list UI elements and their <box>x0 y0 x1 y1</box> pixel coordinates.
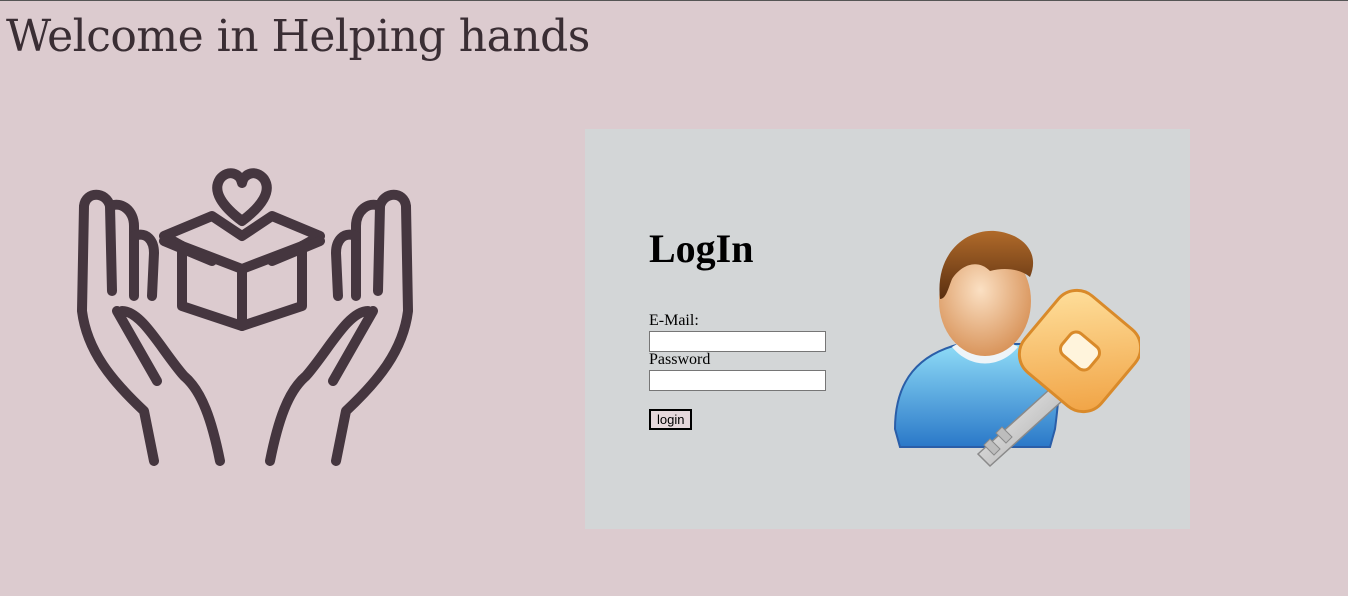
email-field[interactable] <box>649 331 826 352</box>
login-panel: LogIn E-Mail: Password login <box>585 129 1190 529</box>
helping-hands-icon <box>77 168 413 466</box>
user-with-key-icon <box>893 230 1140 468</box>
login-heading: LogIn <box>649 226 754 271</box>
page-title: Welcome in Helping hands <box>6 11 590 62</box>
password-label: Password <box>649 351 711 368</box>
email-label: E-Mail: <box>649 312 699 329</box>
password-field[interactable] <box>649 370 826 391</box>
login-button[interactable]: login <box>649 409 693 430</box>
